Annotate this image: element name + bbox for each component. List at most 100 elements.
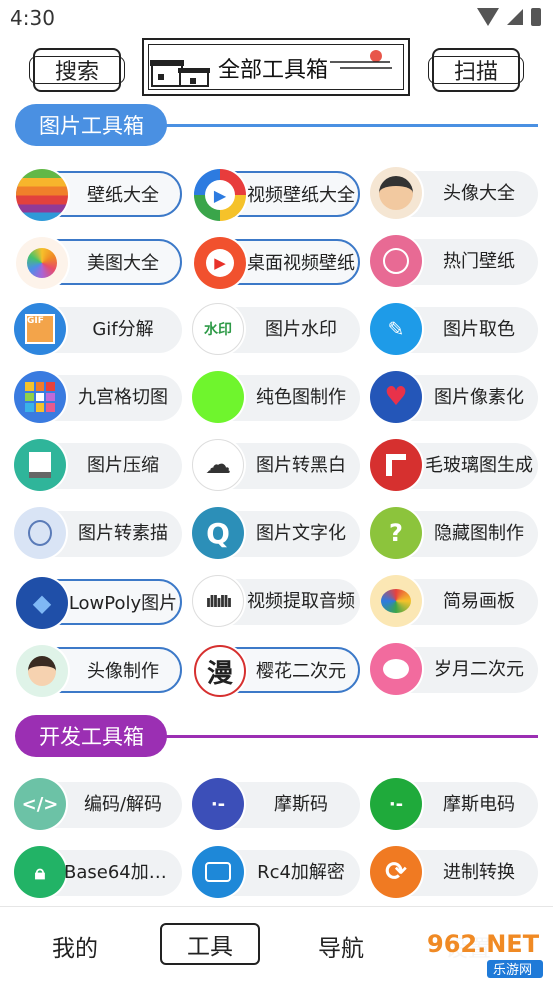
tool-label: 编码/解码: [83, 794, 163, 815]
watermark-icon: 水印: [192, 303, 244, 355]
convert-icon: ⟳: [370, 846, 422, 898]
tool-sketchpad[interactable]: 简易画板: [370, 575, 538, 627]
tool-label: 樱花二次元: [256, 661, 346, 682]
tool-morse[interactable]: ·- 摩斯码: [192, 778, 360, 830]
basketball-icon: [370, 235, 422, 287]
tool-label: 简易画板: [443, 591, 515, 612]
tool-label: LowPoly图片: [68, 593, 178, 614]
tool-base-convert[interactable]: ⟳ 进制转换: [370, 846, 538, 898]
tool-sakura-anime[interactable]: 漫 樱花二次元: [194, 645, 360, 697]
status-icons: [477, 8, 541, 26]
lock-icon: 🔒︎: [14, 846, 66, 898]
house-icon: [150, 60, 210, 87]
palette-icon: [370, 575, 422, 627]
scan-label: 扫描: [453, 60, 498, 85]
tool-label: 图片取色: [443, 319, 515, 340]
nav-tools[interactable]: 工具: [160, 923, 260, 965]
all-tools-title: 全部工具箱: [142, 38, 410, 96]
tool-label: 图片压缩: [87, 455, 159, 476]
tool-label: 毛玻璃图生成: [425, 455, 533, 476]
red-play-icon: ▶: [194, 237, 246, 289]
sketch-apple-icon: [14, 507, 66, 559]
tool-black-white[interactable]: ☁ 图片转黑白: [192, 439, 360, 491]
tool-beauty-pictures[interactable]: 美图大全: [16, 237, 182, 289]
tool-video-wallpapers[interactable]: ▶ 视频壁纸大全: [194, 169, 360, 221]
tool-color-picker[interactable]: ✎ 图片取色: [370, 303, 538, 355]
tool-solid-color[interactable]: 纯色图制作: [192, 371, 360, 423]
green-circle-icon: [192, 371, 244, 423]
tool-label: Gif分解: [92, 319, 154, 340]
nav-guide[interactable]: 导航: [318, 929, 364, 963]
tool-suiyue-anime[interactable]: 岁月二次元: [370, 643, 538, 695]
photos-flower-icon: [16, 237, 68, 289]
tool-label: 美图大全: [87, 253, 159, 274]
tool-label: 隐藏图制作: [434, 523, 524, 544]
tool-label: 图片转黑白: [256, 455, 346, 476]
tool-image-watermark[interactable]: 水印 图片水印: [192, 303, 360, 355]
tool-avatars[interactable]: 头像大全: [370, 167, 538, 219]
tool-nine-grid[interactable]: 九宫格切图: [14, 371, 182, 423]
nav-tools-label: 工具: [187, 934, 233, 960]
watermark-logo: 962.NET 乐游网: [417, 920, 547, 978]
sun-decor-icon: [330, 50, 392, 69]
tool-label: 图片像素化: [434, 387, 524, 408]
tool-hot-wallpapers[interactable]: 热门壁纸: [370, 235, 538, 287]
tool-label: 纯色图制作: [256, 387, 346, 408]
tool-label: 九宫格切图: [78, 387, 168, 408]
tool-sketch[interactable]: 图片转素描: [14, 507, 182, 559]
briefcase-lock-icon: [192, 846, 244, 898]
glass-icon: [370, 439, 422, 491]
tool-label: 摩斯码: [274, 794, 328, 815]
tool-label: Rc4加解密: [257, 862, 345, 883]
tool-avatar-maker[interactable]: 头像制作: [16, 645, 182, 697]
status-time: 4:30: [10, 6, 55, 30]
tool-encode-decode[interactable]: </> 编码/解码: [14, 778, 182, 830]
tool-wallpapers[interactable]: 壁纸大全: [16, 169, 182, 221]
dev-tools-divider: [160, 735, 538, 738]
gif-icon: GIF: [14, 303, 66, 355]
svg-text:乐游网: 乐游网: [493, 963, 532, 978]
tool-rc4[interactable]: Rc4加解密: [192, 846, 360, 898]
cartoon-face-icon: [370, 167, 422, 219]
man-glyph-icon: 漫: [194, 645, 246, 697]
nav-mine[interactable]: 我的: [52, 929, 98, 963]
morse-green-icon: ·-: [370, 778, 422, 830]
status-bar: 4:30: [0, 0, 553, 36]
tool-label: 摩斯电码: [443, 794, 515, 815]
tool-label: 桌面视频壁纸: [247, 253, 355, 274]
search-label: 搜索: [54, 60, 99, 85]
pink-bot-icon: [370, 643, 422, 695]
signal-icon: [507, 9, 523, 25]
scan-button[interactable]: 扫描: [428, 48, 524, 92]
top-bar: 搜索 全部工具箱 扫描: [0, 36, 553, 102]
tool-desktop-video-wallpaper[interactable]: ▶ 桌面视频壁纸: [194, 237, 360, 289]
eyedropper-icon: ✎: [370, 303, 422, 355]
tool-label: 图片文字化: [256, 523, 346, 544]
tool-label: 热门壁纸: [443, 251, 515, 272]
tool-lowpoly[interactable]: ◆ LowPoly图片: [16, 577, 182, 629]
tool-label: 岁月二次元: [434, 659, 524, 680]
dev-tools-header: 开发工具箱: [0, 715, 553, 759]
video-play-icon: ▶: [194, 169, 246, 221]
compress-icon: [14, 439, 66, 491]
tool-label: 头像大全: [443, 183, 515, 204]
tool-base64[interactable]: 🔒︎ Base64加密...: [14, 846, 182, 898]
page-title: 全部工具箱: [218, 58, 329, 83]
tool-label: 视频提取音频: [247, 591, 355, 612]
search-button[interactable]: 搜索: [29, 48, 125, 92]
code-icon: </>: [14, 778, 66, 830]
question-icon: ?: [370, 507, 422, 559]
tool-hidden-image[interactable]: ? 隐藏图制作: [370, 507, 538, 559]
wifi-icon: [477, 8, 499, 26]
tool-frosted-glass[interactable]: 毛玻璃图生成: [370, 439, 538, 491]
tool-pixelate[interactable]: ♥ 图片像素化: [370, 371, 538, 423]
image-tools-pill: 图片工具箱: [15, 104, 167, 146]
tool-label: 头像制作: [87, 661, 159, 682]
image-tools-divider: [160, 124, 538, 127]
tool-gif-split[interactable]: GIF Gif分解: [14, 303, 182, 355]
waveform-icon: ıllıllı: [192, 575, 244, 627]
tool-text-art[interactable]: Q 图片文字化: [192, 507, 360, 559]
tool-extract-audio[interactable]: ıllıllı 视频提取音频: [192, 575, 360, 627]
tool-compress[interactable]: 图片压缩: [14, 439, 182, 491]
tool-morse-code[interactable]: ·- 摩斯电码: [370, 778, 538, 830]
